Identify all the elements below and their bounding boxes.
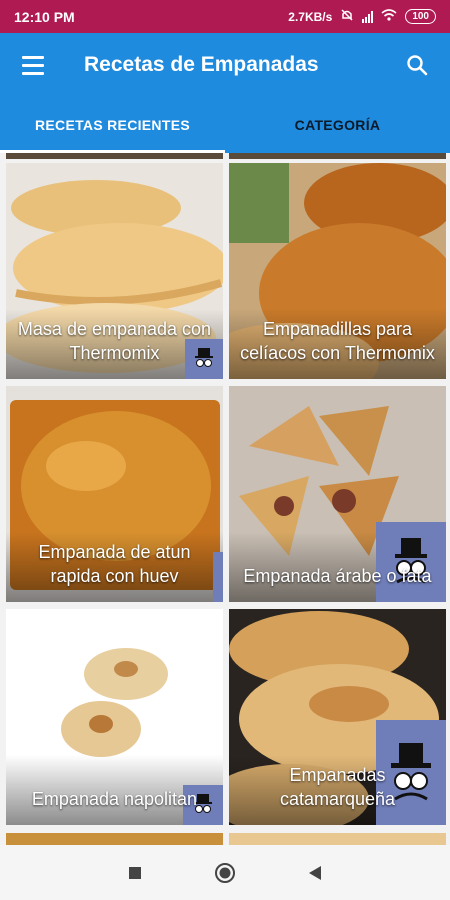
app-bar: Recetas de Empanadas: [0, 33, 450, 97]
recipe-card[interactable]: Empanadas catamarqueña: [229, 609, 446, 825]
next-card-edge: [6, 833, 223, 845]
recipe-title: Empanadas catamarqueña: [279, 765, 396, 809]
recipe-title: Empanadillas para celíacos con Thermomix: [240, 319, 435, 363]
recipe-title: Empanada de atun rapida con huev: [38, 542, 191, 586]
chef-mascot-icon: [376, 522, 446, 602]
previous-card-edge: [229, 153, 446, 159]
recipe-card[interactable]: Empanada napolitan: [6, 609, 223, 825]
recipe-title: Masa de empanada con Thermomix: [17, 319, 212, 363]
tab-category[interactable]: CATEGORÍA: [225, 97, 450, 153]
recents-square-icon[interactable]: [115, 853, 155, 893]
tab-recent-recipes[interactable]: RECETAS RECIENTES: [0, 97, 225, 153]
recipe-card[interactable]: Empanada árabe o fata: [229, 386, 446, 602]
signal-icon: [362, 10, 374, 23]
recipe-title: Empanada napolitan: [31, 789, 198, 809]
mute-icon: [340, 8, 354, 25]
recipe-card[interactable]: Empanadillas para celíacos con Thermomix: [229, 163, 446, 379]
recipe-title: Empanada árabe o fata: [243, 566, 432, 586]
app-title: Recetas de Empanadas: [84, 53, 319, 76]
recipe-card[interactable]: Empanada de atun rapida con huev: [6, 386, 223, 602]
previous-card-edge: [6, 153, 223, 159]
hamburger-menu-icon[interactable]: [22, 55, 44, 75]
recipe-card[interactable]: Masa de empanada con Thermomix: [6, 163, 223, 379]
next-card-edge: [229, 833, 446, 845]
back-triangle-icon[interactable]: [295, 853, 335, 893]
status-bar: 12:10 PM 2.7KB/s 100: [0, 0, 450, 33]
home-circle-icon[interactable]: [205, 853, 245, 893]
battery-icon: 100: [405, 9, 436, 24]
status-time: 12:10 PM: [14, 8, 75, 25]
network-speed: 2.7KB/s: [288, 9, 333, 24]
wifi-icon: [381, 9, 397, 24]
system-nav-bar: [0, 845, 450, 900]
status-icons: 2.7KB/s 100: [288, 8, 436, 25]
search-icon[interactable]: [406, 54, 428, 76]
recipe-grid[interactable]: Masa de empanada con Thermomix Empanadil…: [0, 153, 450, 845]
tab-bar: RECETAS RECIENTES CATEGORÍA: [0, 97, 450, 153]
